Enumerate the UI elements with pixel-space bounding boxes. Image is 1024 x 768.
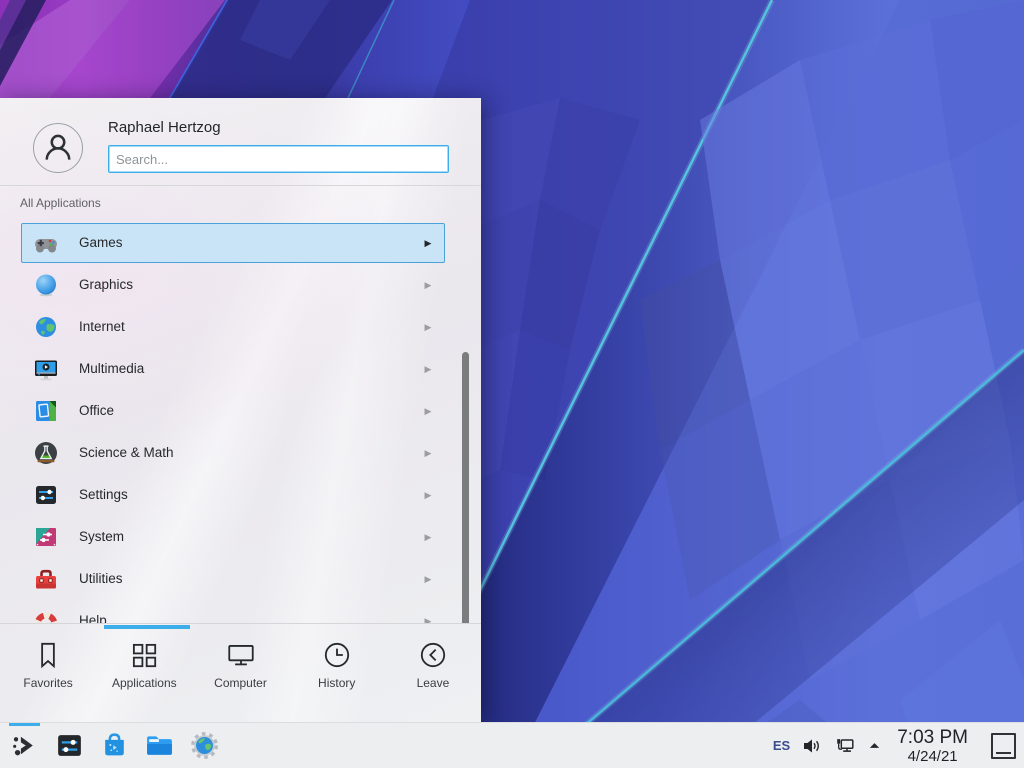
- lifebuoy-icon: [33, 608, 59, 623]
- show-desktop-button[interactable]: [991, 733, 1016, 759]
- globe-icon: [33, 314, 59, 340]
- clock-date: 4/24/21: [897, 749, 968, 764]
- menu-item-label: Office: [79, 390, 114, 432]
- tab-computer[interactable]: Computer: [192, 624, 288, 722]
- user-avatar[interactable]: [33, 123, 83, 173]
- active-tab-indicator: [104, 625, 190, 629]
- office-icon: [33, 398, 59, 424]
- search-input[interactable]: [108, 145, 449, 173]
- tab-leave[interactable]: Leave: [385, 624, 481, 722]
- tab-label: History: [318, 676, 355, 690]
- launcher-active-indicator: [9, 723, 40, 726]
- keyboard-layout-indicator[interactable]: ES: [773, 738, 790, 753]
- person-icon: [38, 128, 78, 168]
- volume-icon[interactable]: [801, 735, 823, 757]
- globe-gear-icon: [189, 730, 220, 761]
- menu-item-label: System: [79, 516, 124, 558]
- submenu-arrow-icon: ▶: [420, 516, 436, 558]
- submenu-arrow-icon: ▶: [420, 390, 436, 432]
- digital-clock[interactable]: 7:03 PM 4/24/21: [893, 728, 972, 764]
- app-grid-icon: [128, 639, 160, 671]
- system-tray: ES 7:03 PM 4/24/21: [773, 728, 1024, 764]
- browser-button[interactable]: [189, 730, 220, 761]
- tab-label: Computer: [214, 676, 267, 690]
- science-flask-icon: [33, 440, 59, 466]
- multimedia-icon: [33, 356, 59, 382]
- menu-item-help[interactable]: Help ▶: [0, 600, 481, 623]
- system-settings-icon: [54, 730, 85, 761]
- taskbar-launchers: [0, 730, 220, 761]
- menu-item-label: Utilities: [79, 558, 123, 600]
- menu-item-label: Multimedia: [79, 348, 144, 390]
- tab-history[interactable]: History: [289, 624, 385, 722]
- tab-label: Applications: [112, 676, 177, 690]
- submenu-arrow-icon: ▶: [420, 432, 436, 474]
- discover-bag-icon: [99, 730, 130, 761]
- menu-item-utilities[interactable]: Utilities ▶: [0, 558, 481, 600]
- file-manager-button[interactable]: [144, 730, 175, 761]
- section-label: All Applications: [20, 196, 481, 222]
- submenu-arrow-icon: ▶: [420, 264, 436, 306]
- toolbox-icon: [33, 566, 59, 592]
- submenu-arrow-icon: ▶: [420, 558, 436, 600]
- menu-item-multimedia[interactable]: Multimedia ▶: [0, 348, 481, 390]
- scrollbar-thumb[interactable]: [462, 352, 469, 623]
- taskbar-panel: ES 7:03 PM 4/24/21: [0, 722, 1024, 768]
- tab-applications[interactable]: Applications: [96, 624, 192, 722]
- submenu-arrow-icon: ▶: [420, 222, 436, 264]
- submenu-arrow-icon: ▶: [420, 474, 436, 516]
- menu-item-label: Help: [79, 600, 107, 623]
- menu-item-label: Settings: [79, 474, 128, 516]
- gamepad-icon: [33, 230, 59, 256]
- submenu-arrow-icon: ▶: [420, 600, 436, 623]
- menu-item-label: Graphics: [79, 264, 133, 306]
- kickoff-menu: Raphael Hertzog All Applications Games ▶: [0, 98, 481, 722]
- menu-item-system[interactable]: System ▶: [0, 516, 481, 558]
- network-icon[interactable]: [834, 735, 856, 757]
- system-icon: [33, 524, 59, 550]
- discover-button[interactable]: [99, 730, 130, 761]
- system-settings-button[interactable]: [54, 730, 85, 761]
- menu-item-science-math[interactable]: Science & Math ▶: [0, 432, 481, 474]
- show-desktop-glyph: [996, 752, 1011, 754]
- menu-item-office[interactable]: Office ▶: [0, 390, 481, 432]
- tab-label: Leave: [417, 676, 450, 690]
- leave-back-icon: [417, 639, 449, 671]
- menu-item-label: Games: [79, 222, 123, 264]
- clock-icon: [321, 639, 353, 671]
- settings-sliders-icon: [33, 482, 59, 508]
- kickoff-header: Raphael Hertzog: [0, 98, 481, 186]
- tab-favorites[interactable]: Favorites: [0, 624, 96, 722]
- kde-launcher-icon: [9, 730, 40, 761]
- menu-item-label: Science & Math: [79, 432, 174, 474]
- menu-item-games[interactable]: Games ▶: [0, 222, 481, 264]
- submenu-arrow-icon: ▶: [420, 348, 436, 390]
- clock-time: 7:03 PM: [897, 728, 968, 747]
- app-launcher-button[interactable]: [9, 730, 40, 761]
- bookmark-icon: [32, 639, 64, 671]
- kickoff-tabbar: Favorites Applications Co: [0, 623, 481, 722]
- application-category-list: Games ▶ Graphics ▶: [0, 222, 481, 623]
- menu-item-internet[interactable]: Internet ▶: [0, 306, 481, 348]
- menu-item-graphics[interactable]: Graphics ▶: [0, 264, 481, 306]
- sphere-icon: [33, 272, 59, 298]
- tab-label: Favorites: [23, 676, 72, 690]
- menu-item-label: Internet: [79, 306, 125, 348]
- submenu-arrow-icon: ▶: [420, 306, 436, 348]
- user-name: Raphael Hertzog: [108, 119, 221, 136]
- tray-expander-caret-icon[interactable]: [867, 738, 882, 753]
- folder-icon: [144, 730, 175, 761]
- monitor-icon: [225, 639, 257, 671]
- menu-item-settings[interactable]: Settings ▶: [0, 474, 481, 516]
